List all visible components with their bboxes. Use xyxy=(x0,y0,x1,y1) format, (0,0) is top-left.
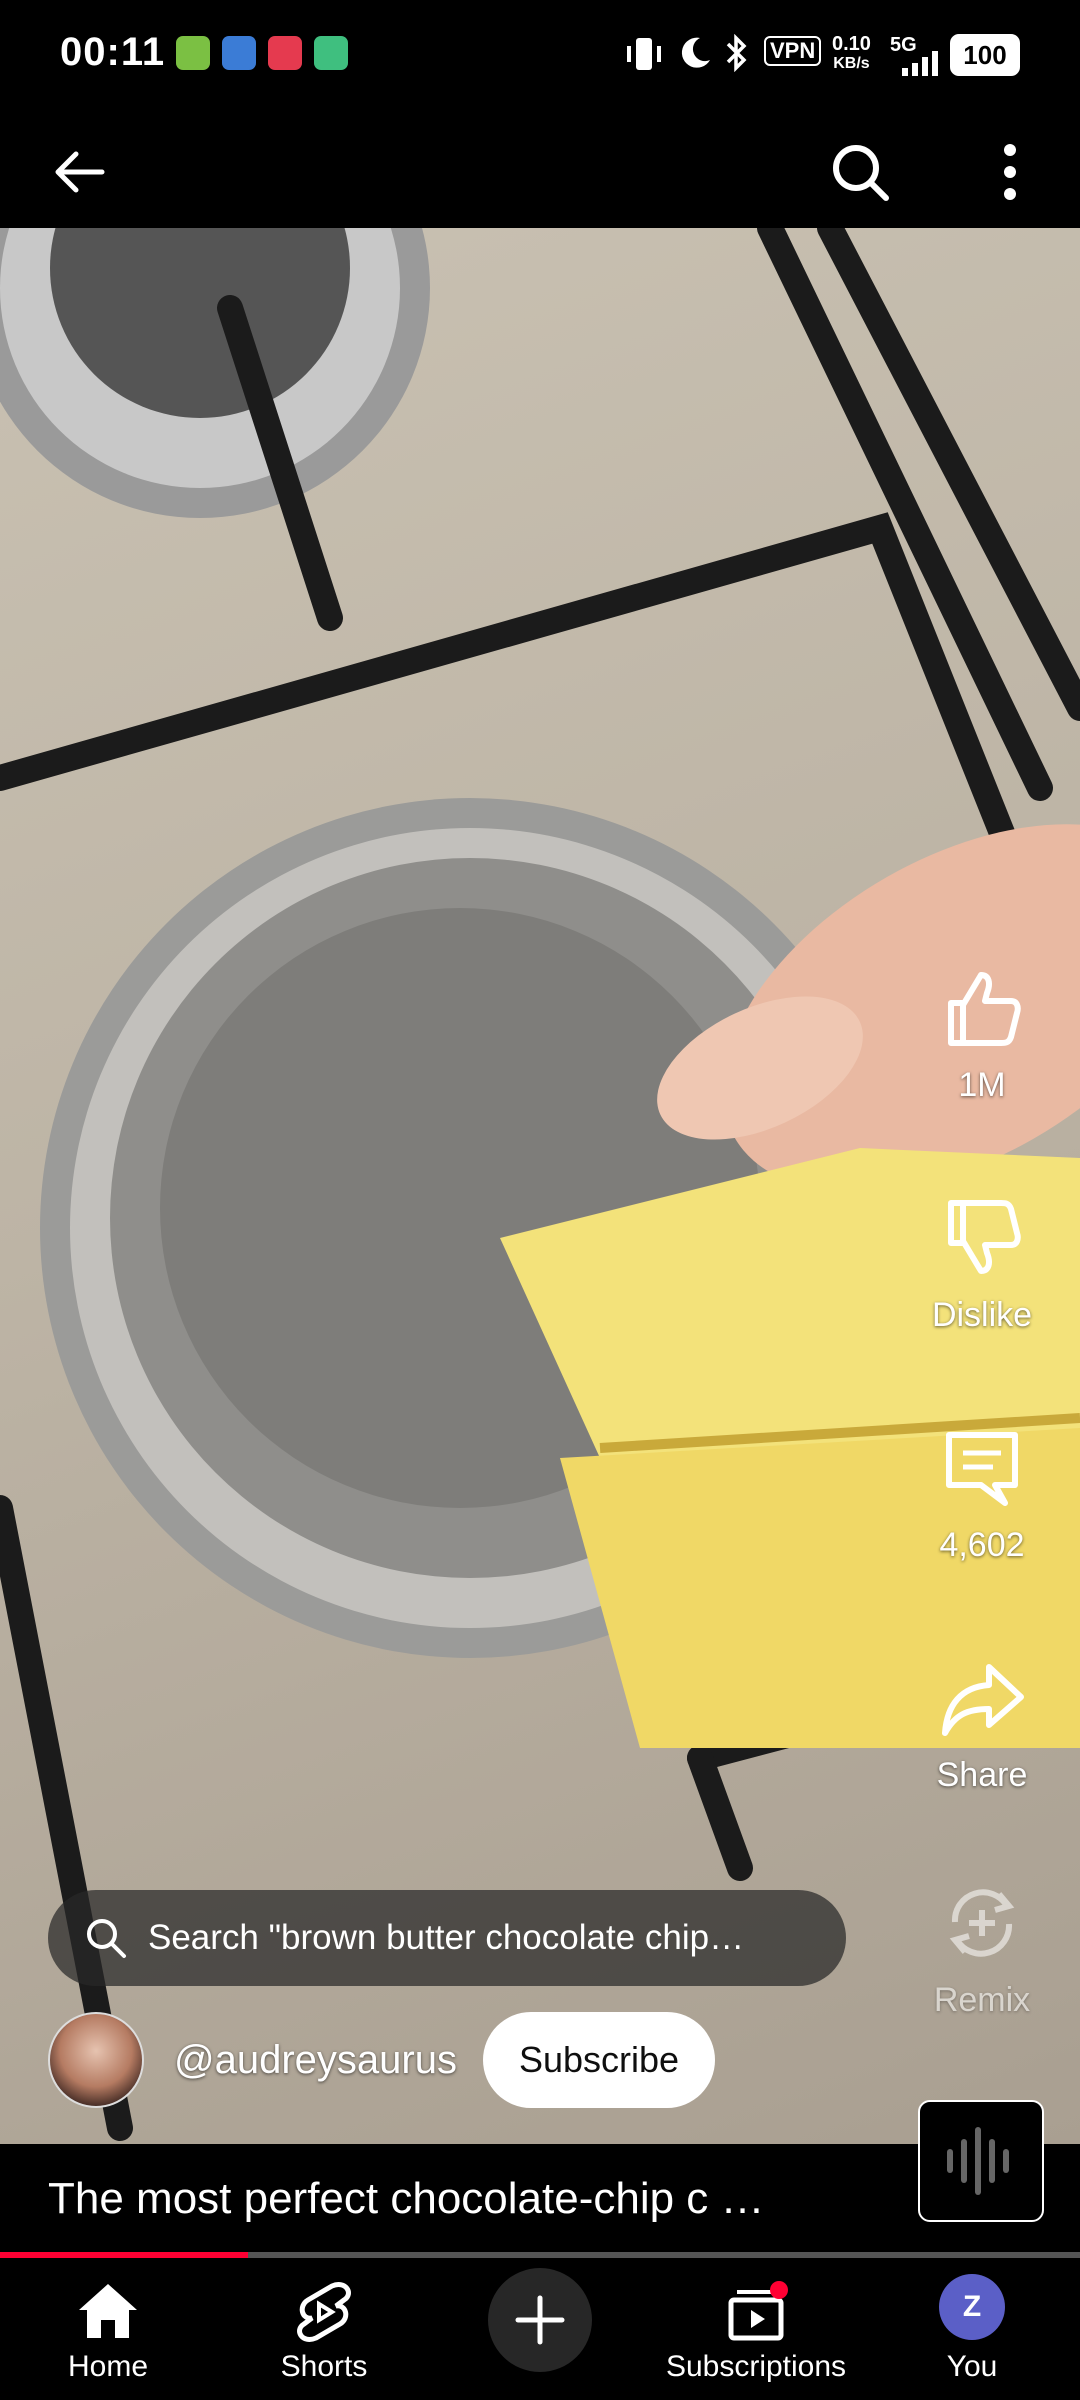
nav-shorts[interactable]: Shorts xyxy=(216,2258,432,2400)
nav-subscriptions[interactable]: Subscriptions xyxy=(648,2258,864,2400)
notification-app-icon xyxy=(222,36,256,70)
nav-home[interactable]: Home xyxy=(0,2258,216,2400)
share-icon xyxy=(942,1664,1024,1736)
audio-waveform-icon xyxy=(947,2127,1009,2195)
nav-label-home: Home xyxy=(67,2350,149,2383)
nav-you[interactable]: Z You xyxy=(864,2258,1080,2400)
nav-label-shorts: Shorts xyxy=(280,2350,368,2383)
channel-avatar[interactable] xyxy=(48,2012,144,2108)
channel-handle[interactable]: @audreysaurus xyxy=(174,2038,457,2083)
status-bar: 00:11 VPN 0.10 KB/s 5G 100 xyxy=(0,0,1080,110)
notification-app-icon xyxy=(268,36,302,70)
comment-icon xyxy=(946,1432,1018,1506)
dislike-button[interactable]: Dislike xyxy=(922,1193,1042,1335)
notification-app-icon xyxy=(176,36,210,70)
bluetooth-icon xyxy=(726,34,747,72)
more-options-button[interactable] xyxy=(970,132,1050,212)
battery-indicator: 100 xyxy=(950,34,1020,76)
search-icon xyxy=(87,1919,126,1958)
remix-icon xyxy=(949,1889,1015,1957)
like-count: 1M xyxy=(958,1066,1006,1104)
search-suggestion-text: Search "brown butter chocolate chip… xyxy=(148,1918,745,1957)
more-vertical-icon xyxy=(1004,144,1016,200)
video-title[interactable]: The most perfect chocolate-chip c … xyxy=(48,2174,765,2224)
thumbs-down-icon xyxy=(948,1200,1021,1274)
status-time: 00:11 xyxy=(60,30,166,74)
dislike-label: Dislike xyxy=(931,1296,1033,1334)
share-label: Share xyxy=(936,1756,1028,1794)
channel-row: @audreysaurus Subscribe xyxy=(48,2010,716,2110)
account-avatar: Z xyxy=(939,2274,1005,2340)
vibrate-icon xyxy=(627,38,661,70)
arrow-left-icon xyxy=(55,151,105,193)
search-suggestion-chip[interactable]: Search "brown butter chocolate chip… xyxy=(48,1890,846,1986)
notification-app-icon xyxy=(314,36,348,70)
search-button[interactable] xyxy=(820,132,900,212)
remix-button[interactable]: Remix xyxy=(922,1878,1042,2020)
comment-count: 4,602 xyxy=(939,1526,1025,1564)
shorts-top-bar xyxy=(0,110,1080,228)
subscriptions-icon xyxy=(728,2281,788,2341)
back-button[interactable] xyxy=(40,132,120,212)
thumbs-up-icon xyxy=(948,972,1021,1046)
nav-label-subscriptions: Subscriptions xyxy=(665,2350,847,2383)
moon-icon xyxy=(681,37,710,68)
remix-label: Remix xyxy=(933,1981,1031,2019)
vpn-badge: VPN xyxy=(764,36,822,66)
shorts-icon xyxy=(297,2282,351,2342)
sound-button[interactable] xyxy=(918,2100,1044,2222)
search-icon xyxy=(833,145,889,201)
short-video-player[interactable]: 1M Dislike 4,602 Share Remix xyxy=(0,228,1080,2144)
like-button[interactable]: 1M xyxy=(922,963,1042,1105)
comments-button[interactable]: 4,602 xyxy=(922,1423,1042,1565)
network-speed: 0.10 KB/s xyxy=(832,33,871,72)
nav-label-you: You xyxy=(946,2350,998,2383)
subscribe-button[interactable]: Subscribe xyxy=(482,2012,716,2108)
plus-icon xyxy=(515,2295,565,2345)
signal-icon xyxy=(902,51,938,76)
home-icon xyxy=(79,2284,137,2338)
video-frame xyxy=(0,228,1080,2141)
share-button[interactable]: Share xyxy=(922,1653,1042,1795)
create-button[interactable] xyxy=(488,2268,592,2372)
